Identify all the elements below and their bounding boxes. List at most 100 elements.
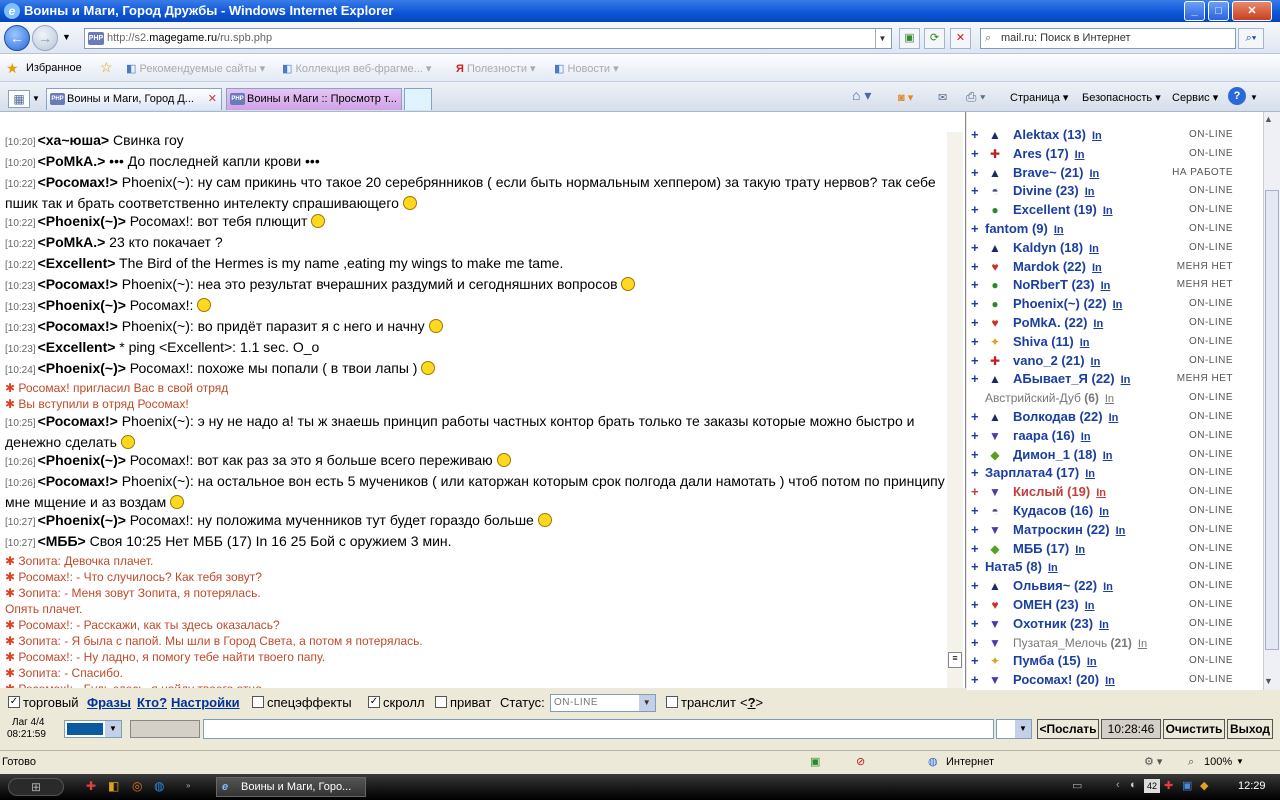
user-name[interactable]: МББ [1013,541,1043,556]
user-info-link[interactable]: In [1085,186,1095,198]
user-info-link[interactable]: In [1075,149,1085,161]
user-row[interactable]: + ✚ Ares (17) In ON-LINE [967,145,1263,164]
help-icon[interactable]: ? [1228,87,1246,105]
user-row[interactable]: + ▲ Brave~ (21) In НА РАБОТЕ [967,164,1263,183]
smile-select[interactable]: ▼ [996,719,1032,739]
user-info-link[interactable]: In [1096,487,1106,499]
tray-antivirus-icon[interactable]: ✚ [1164,779,1173,792]
start-button[interactable]: ⊞ [8,778,64,796]
compatibility-icon[interactable]: ▣ [899,28,920,49]
message-nick[interactable]: <ха~юша> [38,132,110,148]
user-name[interactable]: Divine [1013,183,1052,198]
tab-close-icon[interactable]: ✕ [208,89,217,109]
scroll-up-icon[interactable]: ▲ [1264,114,1273,124]
user-name[interactable]: Волкодав [1013,409,1076,424]
user-row[interactable]: + ▲ Alektax (13) In ON-LINE [967,126,1263,145]
user-row[interactable]: + ◓ Кудасов (16) In ON-LINE [967,502,1263,521]
message-nick[interactable]: <Phoenix(~)> [38,512,126,528]
user-row[interactable]: + ● Excellent (19) In ON-LINE [967,201,1263,220]
user-info-link[interactable]: In [1080,337,1090,349]
message-nick[interactable]: <МББ> [38,533,86,549]
quick-tabs-icon[interactable]: ▦ [8,90,30,108]
user-row[interactable]: + ▼ Кислый (19) In ON-LINE [967,483,1263,502]
scroll-thumb[interactable] [1265,190,1279,650]
user-row[interactable]: + ▲ Ольвия~ (22) In ON-LINE [967,577,1263,596]
user-info-link[interactable]: In [1087,656,1097,668]
user-info-link[interactable]: In [1089,243,1099,255]
search-input[interactable]: ⌕ mail.ru: Поиск в Интернет [980,28,1236,49]
user-info-link[interactable]: In [1138,638,1147,650]
user-expand-icon[interactable]: + [971,314,979,333]
user-expand-icon[interactable]: + [971,596,979,615]
phrases-link[interactable]: Фразы [87,695,131,710]
user-expand-icon[interactable]: + [971,126,979,145]
user-expand-icon[interactable]: + [971,446,979,465]
user-expand-icon[interactable]: + [971,201,979,220]
user-info-link[interactable]: In [1048,562,1058,574]
url-dropdown-icon[interactable]: ▼ [875,29,889,48]
user-info-link[interactable]: In [1103,581,1113,593]
user-row[interactable]: + ◓ Divine (23) In ON-LINE [967,182,1263,201]
close-button[interactable]: ✕ [1232,1,1272,21]
tray-network-icon[interactable]: ▣ [1182,779,1192,792]
user-name[interactable]: гаара [1013,428,1048,443]
user-name[interactable]: Кислый [1013,484,1064,499]
color-dropdown-icon[interactable]: ▼ [105,721,121,737]
user-row[interactable]: + ♥ Mardok (22) In МЕНЯ НЕТ [967,258,1263,277]
exit-button[interactable]: Выход [1227,719,1273,739]
user-expand-icon[interactable]: + [971,258,979,277]
favorites-button[interactable]: Избранное [26,62,82,74]
user-name[interactable]: Brave~ [1013,165,1057,180]
help-dropdown-icon[interactable]: ▼ [1250,93,1258,102]
feeds-icon[interactable]: ◙ ▾ [898,91,913,104]
maximize-button[interactable]: □ [1208,1,1229,21]
user-info-link[interactable]: In [1085,468,1095,480]
user-name[interactable]: Зарплата4 [985,465,1052,480]
translit-checkbox[interactable] [666,696,678,708]
popup-blocked-icon[interactable]: ⊘ [856,751,865,773]
user-row[interactable]: + ◆ МББ (17) In ON-LINE [967,540,1263,559]
user-expand-icon[interactable]: + [971,239,979,258]
user-expand-icon[interactable]: + [971,352,979,371]
user-name[interactable]: Ольвия~ [1013,578,1070,593]
scroll-down-icon[interactable]: ▼ [1264,676,1273,686]
addon-icon[interactable]: ▣ [810,751,820,773]
user-list-scrollbar[interactable]: ▲ ▼ [1263,112,1280,690]
search-button-icon[interactable]: ⌕▾ [1238,28,1264,49]
zoom-level[interactable]: 100% [1204,751,1232,773]
user-row[interactable]: + ▼ Пузатая_Мелочь (21) In ON-LINE [967,634,1263,653]
user-name[interactable]: Alektax [1013,127,1059,142]
tray-arrow-icon[interactable]: ‹ [1116,779,1120,791]
status-select[interactable]: ON-LINE ▼ [550,694,656,712]
user-name[interactable]: Shiva [1013,334,1048,349]
quicklaunch-2-icon[interactable]: ◧ [108,779,119,793]
home-icon[interactable]: ⌂ ▾ [852,87,871,104]
user-row[interactable]: + fantom (9) In ON-LINE [967,220,1263,239]
zoom-icon[interactable]: ⌕ [1188,751,1194,773]
user-name[interactable]: Ares [1013,146,1042,161]
user-info-link[interactable]: In [1085,600,1095,612]
user-name[interactable]: NoRberT [1013,277,1068,292]
user-name[interactable]: Ната5 [985,559,1022,574]
trade-checkbox[interactable]: ✓ [8,696,20,708]
status-dropdown-icon[interactable]: ▼ [639,695,655,711]
user-info-link[interactable]: In [1054,224,1064,236]
user-info-link[interactable]: In [1116,525,1126,537]
message-nick[interactable]: <Росомах!> [38,473,118,489]
fav-item-recommended[interactable]: ◧ Рекомендуемые сайты ▾ [126,62,265,75]
user-info-link[interactable]: In [1103,205,1113,217]
user-info-link[interactable]: In [1092,262,1102,274]
user-expand-icon[interactable]: + [971,295,979,314]
user-info-link[interactable]: In [1113,299,1123,311]
color-select[interactable]: ▼ [64,720,122,738]
user-row[interactable]: + ✦ Shiva (11) In ON-LINE [967,333,1263,352]
user-name[interactable]: Кудасов [1013,503,1067,518]
message-nick[interactable]: <Росомах!> [38,413,118,429]
user-expand-icon[interactable]: + [971,333,979,352]
user-row[interactable]: + ▼ Матроскин (22) In ON-LINE [967,521,1263,540]
user-info-link[interactable]: In [1121,374,1131,386]
user-expand-icon[interactable]: + [971,164,979,183]
user-name[interactable]: PoMkA. [1013,315,1061,330]
user-name[interactable]: Kaldyn [1013,240,1056,255]
private-checkbox[interactable] [435,696,447,708]
